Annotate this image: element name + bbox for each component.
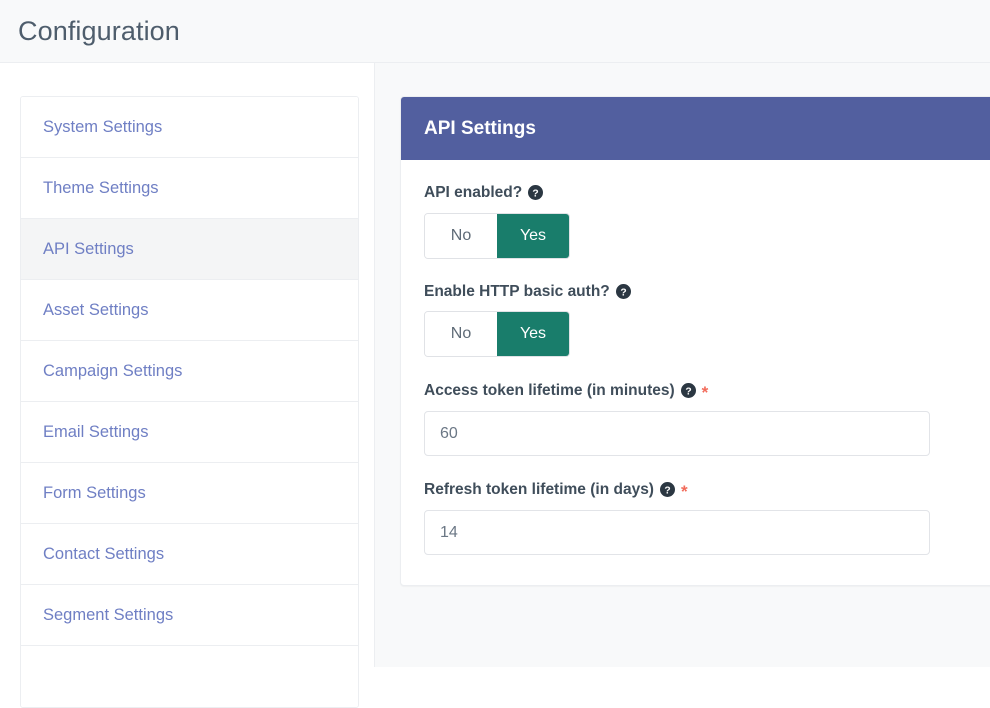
field-refresh-token-lifetime: Refresh token lifetime (in days) ? * xyxy=(424,481,986,555)
sidebar-item-theme-settings[interactable]: Theme Settings xyxy=(21,158,358,219)
page-title: Configuration xyxy=(18,15,180,46)
question-circle-icon[interactable]: ? xyxy=(659,482,675,497)
field-label-text: Enable HTTP basic auth? xyxy=(424,282,610,300)
field-label-http-basic-auth: Enable HTTP basic auth? ? xyxy=(424,282,986,300)
question-circle-icon[interactable]: ? xyxy=(528,185,544,201)
settings-content-pane: API Settings API enabled? ? No Yes Enabl… xyxy=(375,63,990,667)
sidebar-item-asset-settings[interactable]: Asset Settings xyxy=(21,280,358,341)
sidebar-item-label: Campaign Settings xyxy=(43,361,183,380)
svg-text:?: ? xyxy=(620,287,626,298)
page-body: System Settings Theme Settings API Setti… xyxy=(0,63,990,708)
toggle-option-yes[interactable]: Yes xyxy=(497,312,569,356)
panel-body: API enabled? ? No Yes Enable HTTP basic … xyxy=(401,160,990,585)
panel-title: API Settings xyxy=(424,118,536,139)
sidebar-item-form-settings[interactable]: Form Settings xyxy=(21,463,358,524)
field-http-basic-auth: Enable HTTP basic auth? ? No Yes xyxy=(424,282,986,357)
sidebar-item-segment-settings[interactable]: Segment Settings xyxy=(21,585,358,646)
toggle-option-no[interactable]: No xyxy=(425,312,497,356)
page-header: Configuration xyxy=(0,0,990,63)
required-marker: * xyxy=(680,482,688,501)
sidebar-item-api-settings[interactable]: API Settings xyxy=(21,219,358,280)
sidebar-item-email-settings[interactable]: Email Settings xyxy=(21,402,358,463)
toggle-option-yes[interactable]: Yes xyxy=(497,213,569,258)
toggle-group-api-enabled[interactable]: No Yes xyxy=(424,212,570,259)
toggle-group-http-basic-auth[interactable]: No Yes xyxy=(424,311,570,357)
question-circle-icon[interactable]: ? xyxy=(615,283,631,299)
sidebar-item-label: Contact Settings xyxy=(43,544,165,563)
field-api-enabled: API enabled? ? No Yes xyxy=(424,185,986,259)
sidebar-item-label: Form Settings xyxy=(43,483,146,502)
field-label-access-token-lifetime: Access token lifetime (in minutes) ? * xyxy=(424,381,986,402)
sidebar-item-label: Theme Settings xyxy=(43,178,159,197)
sidebar-item-system-settings[interactable]: System Settings xyxy=(21,97,358,158)
access-token-lifetime-input[interactable] xyxy=(424,411,930,456)
field-label-api-enabled: API enabled? ? xyxy=(424,185,986,201)
panel-header: API Settings xyxy=(401,97,990,160)
sidebar-item-next-partial[interactable] xyxy=(21,646,358,707)
field-label-text: API enabled? xyxy=(424,184,523,201)
field-label-refresh-token-lifetime: Refresh token lifetime (in days) ? * xyxy=(424,480,986,501)
toggle-option-no[interactable]: No xyxy=(425,213,497,258)
sidebar-item-campaign-settings[interactable]: Campaign Settings xyxy=(21,341,358,402)
api-settings-panel: API Settings API enabled? ? No Yes Enabl… xyxy=(400,96,990,586)
sidebar-item-contact-settings[interactable]: Contact Settings xyxy=(21,524,358,585)
field-label-text: Refresh token lifetime (in days) xyxy=(424,480,654,498)
required-marker: * xyxy=(701,383,709,402)
svg-text:?: ? xyxy=(685,386,691,397)
refresh-token-lifetime-input[interactable] xyxy=(424,510,930,555)
sidebar-item-label: API Settings xyxy=(43,239,134,258)
settings-nav-pane: System Settings Theme Settings API Setti… xyxy=(0,63,375,708)
settings-nav-list: System Settings Theme Settings API Setti… xyxy=(20,96,359,708)
sidebar-item-label: Segment Settings xyxy=(43,605,174,624)
field-access-token-lifetime: Access token lifetime (in minutes) ? * xyxy=(424,382,986,456)
field-label-text: Access token lifetime (in minutes) xyxy=(424,381,675,399)
svg-text:?: ? xyxy=(533,189,539,200)
sidebar-item-label: Asset Settings xyxy=(43,300,149,319)
sidebar-item-label: Email Settings xyxy=(43,422,149,441)
sidebar-item-label: System Settings xyxy=(43,117,163,136)
svg-text:?: ? xyxy=(664,485,670,496)
question-circle-icon[interactable]: ? xyxy=(680,383,696,398)
